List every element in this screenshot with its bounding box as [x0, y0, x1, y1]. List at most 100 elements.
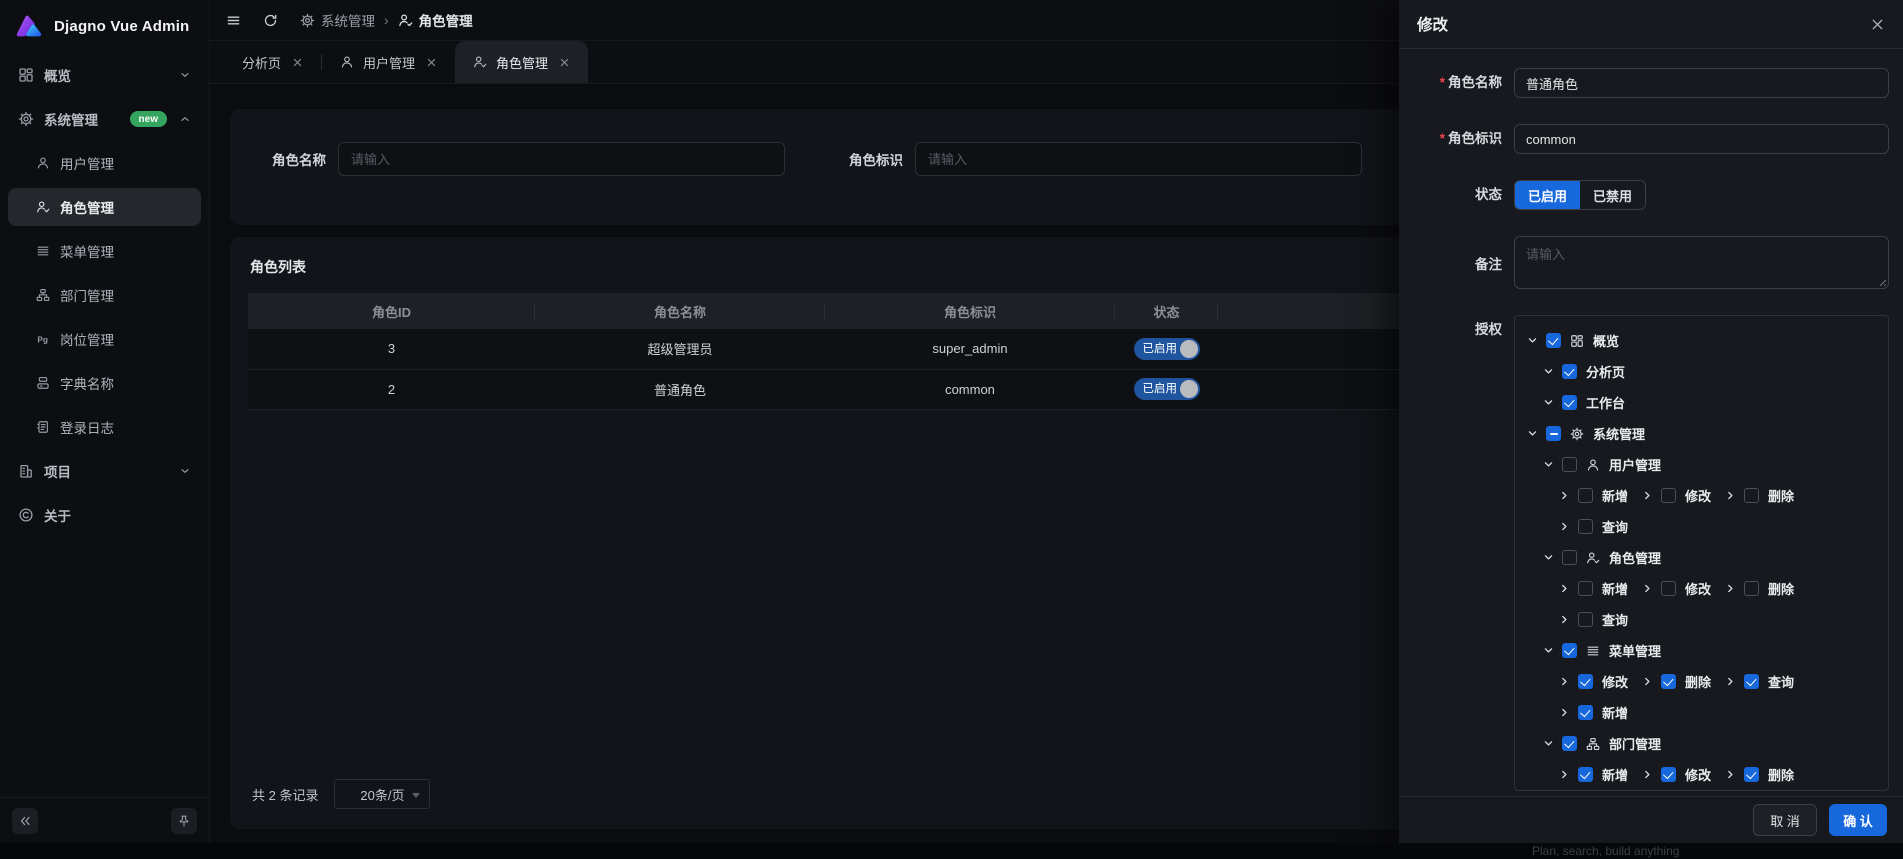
user-icon: [340, 55, 354, 69]
sidebar-item-dept-mgmt[interactable]: 部门管理: [8, 276, 201, 314]
caret-right-icon[interactable]: [1642, 769, 1653, 780]
tab-close-icon[interactable]: [292, 57, 303, 68]
tree-node: 工作台: [1543, 393, 1625, 412]
tree-checkbox-checked[interactable]: [1562, 395, 1577, 410]
tree-checkbox-unchecked[interactable]: [1562, 550, 1577, 565]
caret-right-icon[interactable]: [1559, 707, 1570, 718]
tree-checkbox-unchecked[interactable]: [1578, 581, 1593, 596]
tree-checkbox-checked[interactable]: [1578, 705, 1593, 720]
hamburger-icon: [226, 13, 241, 28]
tree-checkbox-checked[interactable]: [1562, 364, 1577, 379]
caret-right-icon[interactable]: [1725, 769, 1736, 780]
sidebar-item-label: 岗位管理: [60, 329, 191, 349]
status-option-enabled[interactable]: 已启用: [1515, 181, 1580, 209]
sidebar-item-login-log[interactable]: 登录日志: [8, 408, 201, 446]
breadcrumb-system[interactable]: 系统管理: [300, 10, 375, 30]
caret-right-icon[interactable]: [1559, 614, 1570, 625]
tab-analysis[interactable]: 分析页: [224, 41, 321, 83]
role-name-input[interactable]: [1514, 68, 1889, 98]
status-toggle[interactable]: 已启用: [1134, 378, 1200, 400]
role-icon: [398, 13, 413, 28]
tree-checkbox-checked[interactable]: [1562, 643, 1577, 658]
sidebar-item-system[interactable]: 系统管理 new: [8, 100, 201, 138]
cancel-button[interactable]: 取 消: [1753, 804, 1817, 836]
caret-down-icon[interactable]: [1527, 428, 1538, 439]
tree-checkbox-unchecked[interactable]: [1578, 488, 1593, 503]
caret-right-icon[interactable]: [1559, 676, 1570, 687]
caret-down-icon[interactable]: [1543, 397, 1554, 408]
search-input-role-key[interactable]: [915, 142, 1362, 176]
drawer-header: 修改: [1399, 0, 1903, 49]
sidebar-item-post-mgmt[interactable]: Pg 岗位管理: [8, 320, 201, 358]
tree-checkbox-checked[interactable]: [1562, 736, 1577, 751]
tree-checkbox-checked[interactable]: [1578, 767, 1593, 782]
caret-right-icon[interactable]: [1642, 490, 1653, 501]
tree-checkbox-checked[interactable]: [1578, 674, 1593, 689]
tree-checkbox-checked[interactable]: [1744, 674, 1759, 689]
tree-checkbox-checked[interactable]: [1546, 333, 1561, 348]
drawer-body: 角色名称 角色标识 状态 已启用 已禁用 备注 授权: [1399, 49, 1903, 796]
refresh-button[interactable]: [263, 13, 278, 28]
pin-button[interactable]: [171, 808, 197, 834]
breadcrumb-separator: ›: [384, 12, 389, 28]
caret-right-icon[interactable]: [1559, 490, 1570, 501]
sidebar-item-overview[interactable]: 概览: [8, 56, 201, 94]
tree-node: 新增: [1559, 579, 1628, 598]
caret-down-icon[interactable]: [1543, 459, 1554, 470]
tree-checkbox-unchecked[interactable]: [1744, 488, 1759, 503]
tree-checkbox-unchecked[interactable]: [1661, 581, 1676, 596]
tree-checkbox-checked[interactable]: [1661, 674, 1676, 689]
caret-down-icon[interactable]: [1527, 335, 1538, 346]
sidebar-item-menu-mgmt[interactable]: 菜单管理: [8, 232, 201, 270]
tree-checkbox-unchecked[interactable]: [1744, 581, 1759, 596]
remark-textarea[interactable]: [1514, 236, 1889, 289]
new-badge: new: [130, 111, 167, 127]
caret-down-icon[interactable]: [1543, 366, 1554, 377]
sidebar-item-about[interactable]: 关于: [8, 496, 201, 534]
tree-checkbox-unchecked[interactable]: [1578, 612, 1593, 627]
status-label: 状态: [1399, 180, 1514, 210]
search-input-role-name[interactable]: [338, 142, 785, 176]
caret-down-icon[interactable]: [1543, 552, 1554, 563]
tree-checkbox-unchecked[interactable]: [1562, 457, 1577, 472]
user-icon: [36, 156, 50, 170]
breadcrumb-role-mgmt[interactable]: 角色管理: [398, 10, 473, 30]
drawer-close-button[interactable]: [1870, 17, 1885, 32]
caret-down-icon[interactable]: [1543, 738, 1554, 749]
tree-node: 删除: [1725, 486, 1794, 505]
caret-right-icon[interactable]: [1725, 490, 1736, 501]
sidebar-item-role-mgmt[interactable]: 角色管理: [8, 188, 201, 226]
role-key-input[interactable]: [1514, 124, 1889, 154]
caret-right-icon[interactable]: [1559, 521, 1570, 532]
tab-close-icon[interactable]: [426, 57, 437, 68]
menu-toggle-button[interactable]: [226, 13, 241, 28]
sidebar-item-user-mgmt[interactable]: 用户管理: [8, 144, 201, 182]
tab-role-mgmt[interactable]: 角色管理: [455, 41, 588, 83]
tab-close-icon[interactable]: [559, 57, 570, 68]
tree-checkbox-checked[interactable]: [1744, 767, 1759, 782]
tab-user-mgmt[interactable]: 用户管理: [322, 41, 455, 83]
tree-node: 修改: [1642, 765, 1711, 784]
role-icon: [473, 55, 487, 69]
cell-role-key: super_admin: [825, 329, 1115, 369]
caret-right-icon[interactable]: [1559, 583, 1570, 594]
caret-right-icon[interactable]: [1642, 676, 1653, 687]
tree-checkbox-unchecked[interactable]: [1578, 519, 1593, 534]
tree-checkbox-indeterminate[interactable]: [1546, 426, 1561, 441]
sidebar-collapse-button[interactable]: [12, 808, 38, 834]
caret-right-icon[interactable]: [1642, 583, 1653, 594]
caret-right-icon[interactable]: [1725, 676, 1736, 687]
confirm-button[interactable]: 确 认: [1829, 804, 1887, 836]
sidebar-item-dict-mgmt[interactable]: 字典名称: [8, 364, 201, 402]
tree-checkbox-unchecked[interactable]: [1661, 488, 1676, 503]
tree-node: 删除: [1725, 765, 1794, 784]
page-size-select[interactable]: 20条/页: [334, 779, 430, 809]
tree-checkbox-checked[interactable]: [1661, 767, 1676, 782]
sidebar-item-project[interactable]: 项目: [8, 452, 201, 490]
caret-down-icon[interactable]: [1543, 645, 1554, 656]
caret-right-icon[interactable]: [1725, 583, 1736, 594]
status-toggle[interactable]: 已启用: [1134, 338, 1200, 360]
caret-right-icon[interactable]: [1559, 769, 1570, 780]
gear-icon: [300, 13, 315, 28]
status-option-disabled[interactable]: 已禁用: [1580, 181, 1645, 209]
